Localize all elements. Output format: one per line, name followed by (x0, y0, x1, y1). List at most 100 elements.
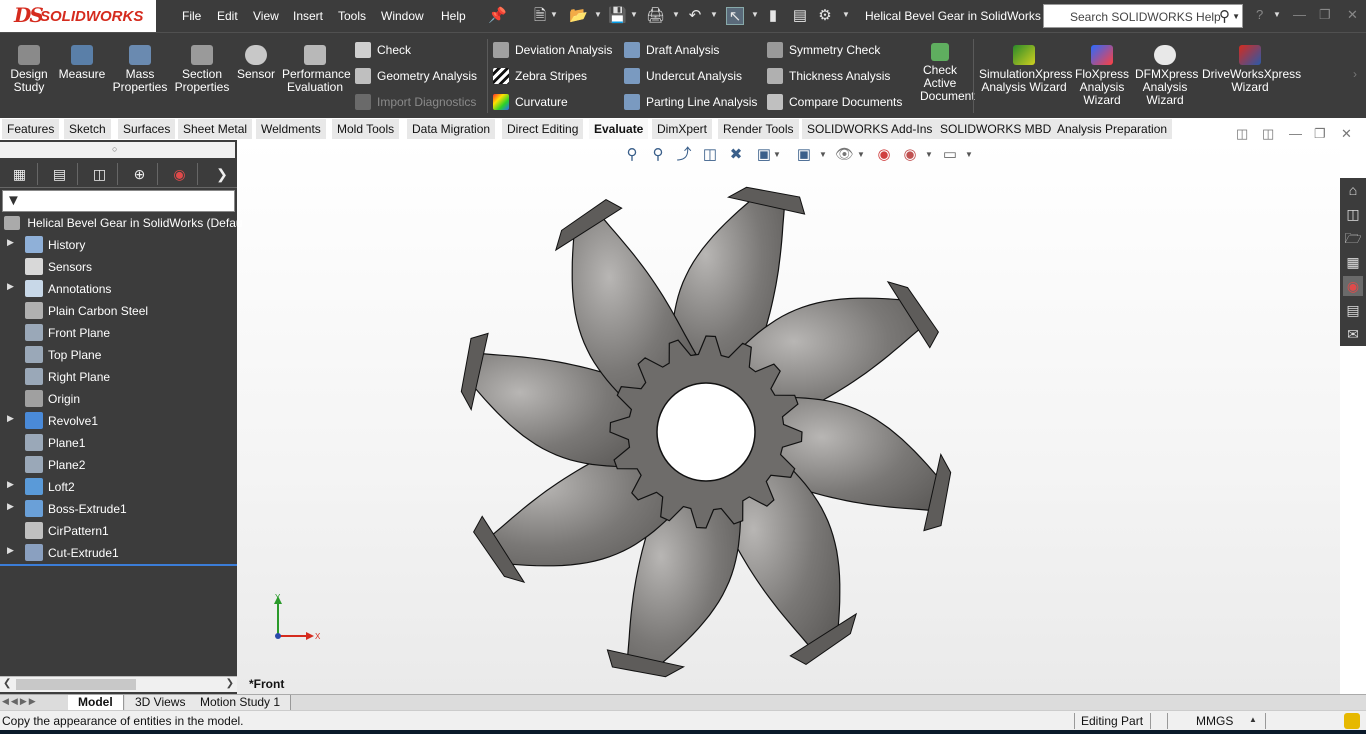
tab-surfaces[interactable]: Surfaces (118, 119, 177, 139)
pin-icon[interactable]: 📌 (488, 7, 507, 25)
gear-bore-hole[interactable] (656, 382, 756, 482)
tree-item[interactable]: CirPattern1 (0, 521, 237, 541)
splitter-handle-icon[interactable]: ○ (112, 144, 117, 154)
menu-help[interactable]: Help (441, 9, 466, 23)
feature-manager-tree-tab-icon[interactable]: ▦ (2, 163, 38, 185)
tree-horizontal-scrollbar[interactable]: ❮ ❯ (0, 676, 237, 692)
undercut-analysis-button[interactable]: Undercut Analysis (624, 68, 742, 86)
close-window-icon[interactable]: ✕ (1347, 7, 1358, 23)
design-study-button[interactable]: Design Study (6, 45, 52, 94)
rebuild-icon[interactable]: ▮ (764, 7, 782, 25)
simulationxpress-button[interactable]: SimulationXpress Analysis Wizard (978, 45, 1072, 94)
tab-render-tools[interactable]: Render Tools (718, 119, 800, 139)
section-properties-button[interactable]: Section Properties (174, 45, 230, 94)
curvature-button[interactable]: Curvature (493, 94, 568, 112)
doc-restore-icon[interactable]: ❐ (1314, 126, 1326, 142)
tab-mold-tools[interactable]: Mold Tools (332, 119, 401, 139)
menu-tools[interactable]: Tools (338, 9, 366, 23)
tab-solidworks-add-ins[interactable]: SOLIDWORKS Add-Ins (802, 119, 939, 139)
thickness-analysis-button[interactable]: Thickness Analysis (767, 68, 890, 86)
file-properties-icon[interactable]: ▤ (791, 7, 809, 25)
file-explorer-icon[interactable]: 🗁 (1343, 228, 1363, 248)
draft-analysis-button[interactable]: Draft Analysis (624, 42, 719, 60)
open-icon[interactable]: 📂 (569, 7, 588, 25)
minimize-window-icon[interactable]: — (1293, 7, 1306, 22)
options-gear-icon[interactable]: ⚙ (816, 7, 834, 25)
undo-icon[interactable]: ↶ (686, 7, 704, 25)
tree-item[interactable]: ▶ Annotations (0, 279, 237, 299)
gear-model[interactable] (237, 140, 1340, 694)
print-dropdown-icon[interactable]: ▼ (672, 10, 680, 19)
restore-window-icon[interactable]: ❐ (1319, 7, 1331, 23)
apply-scene-dropdown-icon[interactable]: ▼ (925, 150, 933, 159)
tree-root-part[interactable]: Helical Bevel Gear in SolidWorks (Defau (4, 215, 243, 233)
tree-item[interactable]: ▶ Revolve1 (0, 411, 237, 431)
view-orientation-icon[interactable]: ▣ (755, 146, 773, 164)
help-question-icon[interactable]: ? (1256, 7, 1263, 22)
rollback-bar[interactable] (0, 564, 237, 566)
undo-dropdown-icon[interactable]: ▼ (710, 10, 718, 19)
expand-arrow-icon[interactable]: ▶ (7, 479, 14, 490)
expand-arrow-icon[interactable]: ▶ (7, 413, 14, 424)
search-icon[interactable]: ⚲ (1219, 7, 1230, 25)
tile-left-icon[interactable]: ◫ (1236, 126, 1248, 142)
tab-features[interactable]: Features (2, 119, 61, 139)
tree-item[interactable]: ▶ Cut-Extrude1 (0, 543, 237, 563)
geometry-analysis-button[interactable]: Geometry Analysis (355, 68, 477, 86)
section-view-icon[interactable]: ◫ (701, 146, 719, 164)
unit-system-dropdown-icon[interactable]: ▲ (1249, 715, 1257, 724)
doc-close-icon[interactable]: ✕ (1341, 126, 1352, 142)
measure-button[interactable]: Measure (58, 45, 106, 81)
display-style-dropdown-icon[interactable]: ▼ (819, 150, 827, 159)
tab-model[interactable]: Model (68, 695, 124, 710)
tab-sheet-metal[interactable]: Sheet Metal (178, 119, 254, 139)
tree-item[interactable]: Plain Carbon Steel (0, 301, 237, 321)
import-diagnostics-button[interactable]: Import Diagnostics (355, 94, 476, 112)
doc-minimize-icon[interactable]: — (1289, 126, 1302, 141)
hide-show-items-icon[interactable]: 👁 (835, 146, 854, 164)
mass-properties-button[interactable]: Mass Properties (112, 45, 168, 94)
performance-evaluation-button[interactable]: Performance Evaluation (282, 45, 351, 94)
tile-right-icon[interactable]: ◫ (1262, 126, 1274, 142)
custom-properties-icon[interactable]: ▤ (1343, 300, 1363, 320)
zebra-stripes-button[interactable]: Zebra Stripes (493, 68, 587, 86)
solidworks-resources-icon[interactable]: ⌂ (1343, 180, 1363, 200)
new-dropdown-icon[interactable]: ▼ (550, 10, 558, 19)
menu-window[interactable]: Window (381, 9, 424, 23)
tree-item[interactable]: Top Plane (0, 345, 237, 365)
search-input[interactable]: Search SOLIDWORKS Help ⚲ ▼ (1043, 4, 1243, 28)
zoom-to-fit-icon[interactable]: ⚲ (623, 146, 641, 164)
new-document-icon[interactable]: 🗎 (531, 7, 549, 25)
design-library-icon[interactable]: ◫ (1343, 204, 1363, 224)
view-orientation-dropdown-icon[interactable]: ▼ (773, 150, 781, 159)
unit-system[interactable]: MMGS (1196, 714, 1233, 728)
dimxpert-manager-tab-icon[interactable]: ⊕ (122, 163, 158, 185)
solidworks-logo[interactable]: DS SOLIDWORKS (0, 0, 158, 32)
dynamic-annotation-icon[interactable]: ✖ (727, 146, 745, 164)
check-active-document-button[interactable]: Check Active Document (910, 43, 975, 103)
tab-data-migration[interactable]: Data Migration (407, 119, 497, 139)
menu-view[interactable]: View (253, 9, 279, 23)
solidworks-forum-icon[interactable]: ✉ (1343, 324, 1363, 344)
edit-appearance-icon[interactable]: ◉ (875, 146, 893, 164)
options-dropdown-icon[interactable]: ▼ (842, 10, 850, 19)
print-icon[interactable]: 🖨 (646, 7, 665, 25)
tree-item[interactable]: Front Plane (0, 323, 237, 343)
open-dropdown-icon[interactable]: ▼ (594, 10, 602, 19)
display-manager-tab-icon[interactable]: ◉ (162, 163, 198, 185)
compare-documents-button[interactable]: Compare Documents (767, 94, 902, 112)
tree-item[interactable]: Plane1 (0, 433, 237, 453)
expand-arrow-icon[interactable]: ▶ (7, 501, 14, 512)
tree-item[interactable]: ▶ History (0, 235, 237, 255)
expand-arrow-icon[interactable]: ▶ (7, 281, 14, 292)
display-style-icon[interactable]: ▣ (795, 146, 813, 164)
select-icon[interactable]: ↖ (726, 7, 744, 25)
tab-dimxpert[interactable]: DimXpert (652, 119, 714, 139)
tab-3d-views[interactable]: 3D Views (125, 695, 197, 710)
save-icon[interactable]: 💾 (608, 7, 627, 25)
menu-file[interactable]: File (182, 9, 201, 23)
tab-solidworks-mbd[interactable]: SOLIDWORKS MBD (935, 119, 1058, 139)
tree-item[interactable]: Sensors (0, 257, 237, 277)
graphics-area[interactable] (237, 140, 1340, 694)
symmetry-check-button[interactable]: Symmetry Check (767, 42, 880, 60)
